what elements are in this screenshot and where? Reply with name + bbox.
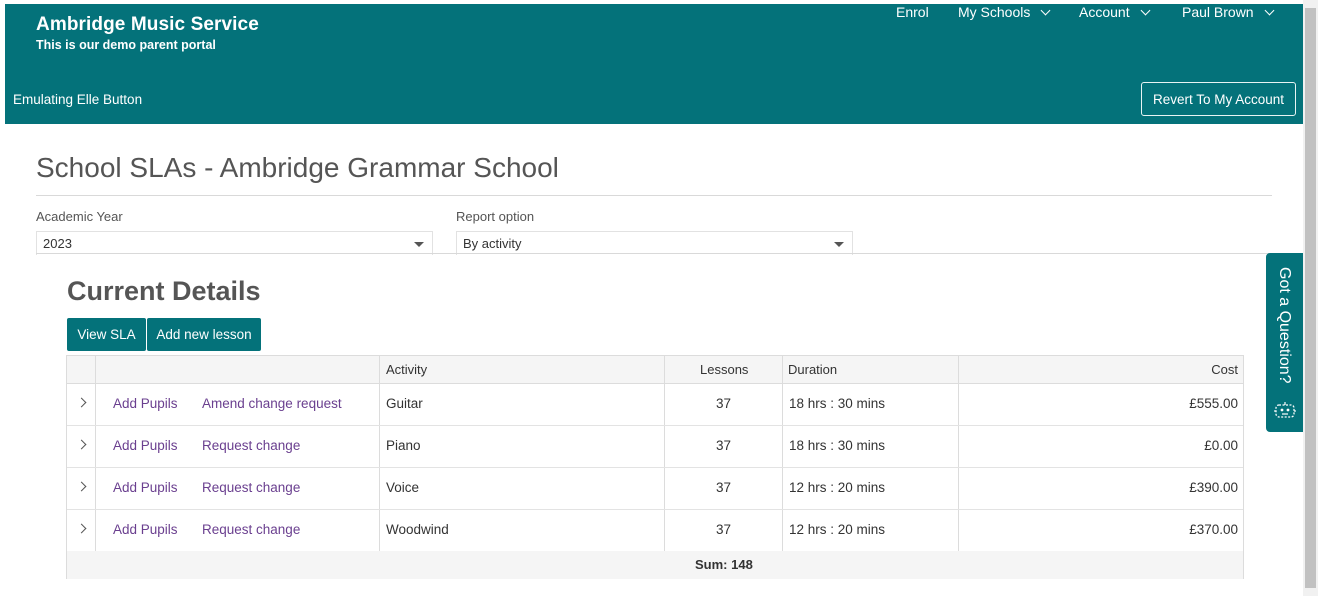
help-tab-label: Got a Question? (1276, 267, 1293, 384)
sla-grid: Activity Lessons Duration Cost Add Pupil… (66, 355, 1244, 579)
brand-title[interactable]: Ambridge Music Service (36, 14, 259, 36)
robot-icon (1274, 402, 1296, 418)
nav-account[interactable]: Account (1079, 4, 1151, 20)
change-request-link[interactable]: Request change (202, 522, 300, 537)
emulating-notice: Emulating Elle Button (13, 92, 143, 107)
cost-cell: £370.00 (1189, 522, 1238, 537)
duration-cell: 18 hrs : 30 mins (789, 396, 886, 411)
add-new-lesson-button[interactable]: Add new lesson (147, 318, 261, 351)
table-row: Add Pupils Request change Woodwind 37 12… (67, 510, 1243, 552)
chevron-right-icon[interactable] (76, 439, 87, 450)
chevron-down-icon (1040, 5, 1051, 15)
view-sla-button[interactable]: View SLA (67, 318, 146, 351)
table-row: Add Pupils Request change Voice 37 12 hr… (67, 468, 1243, 510)
got-a-question-tab[interactable]: Got a Question? (1266, 253, 1304, 432)
duration-cell: 12 hrs : 20 mins (789, 522, 886, 537)
academic-year-select[interactable]: 2023 (36, 231, 433, 255)
add-pupils-link[interactable]: Add Pupils (113, 438, 178, 453)
activity-cell: Piano (386, 438, 421, 453)
nav-enrol[interactable]: Enrol (896, 4, 929, 20)
change-request-link[interactable]: Request change (202, 480, 300, 495)
lessons-cell: 37 (716, 396, 732, 411)
window-edge (1318, 0, 1325, 596)
top-header: Ambridge Music Service This is our demo … (5, 4, 1303, 124)
header-lessons[interactable]: Lessons (700, 362, 748, 377)
nav-my-schools[interactable]: My Schools (958, 4, 1051, 20)
page-title: School SLAs - Ambridge Grammar School (36, 152, 559, 183)
duration-cell: 12 hrs : 20 mins (789, 480, 886, 495)
report-option-select[interactable]: By activity (456, 231, 853, 255)
lessons-cell: 37 (716, 522, 732, 537)
brand-subtitle: This is our demo parent portal (36, 38, 216, 52)
change-request-link[interactable]: Amend change request (202, 396, 342, 411)
cost-cell: £0.00 (1204, 438, 1238, 453)
table-row: Add Pupils Request change Piano 37 18 hr… (67, 426, 1243, 468)
grid-header: Activity Lessons Duration Cost (67, 356, 1243, 384)
table-row: Add Pupils Amend change request Guitar 3… (67, 384, 1243, 426)
nav-account-label: Account (1079, 4, 1130, 20)
nav-enrol-label: Enrol (896, 4, 929, 20)
cost-cell: £390.00 (1189, 480, 1238, 495)
scrollbar-thumb[interactable] (1305, 8, 1316, 588)
nav-user[interactable]: Paul Brown (1182, 4, 1275, 20)
add-pupils-link[interactable]: Add Pupils (113, 396, 178, 411)
section-title: Current Details (67, 276, 261, 306)
add-pupils-link[interactable]: Add Pupils (113, 480, 178, 495)
nav-my-schools-label: My Schools (958, 4, 1031, 20)
nav-user-label: Paul Brown (1182, 4, 1254, 20)
academic-year-value: 2023 (43, 236, 72, 251)
activity-cell: Voice (386, 480, 420, 495)
header-duration[interactable]: Duration (788, 362, 837, 377)
duration-cell: 18 hrs : 30 mins (789, 438, 886, 453)
chevron-down-icon (1264, 5, 1275, 15)
chevron-down-icon (1140, 5, 1151, 15)
divider (36, 195, 1272, 196)
lessons-sum: Sum: 148 (695, 557, 753, 572)
activity-cell: Guitar (386, 396, 423, 411)
header-activity[interactable]: Activity (386, 362, 427, 377)
revert-account-button[interactable]: Revert To My Account (1141, 82, 1296, 116)
change-request-link[interactable]: Request change (202, 438, 300, 453)
caret-down-icon (834, 242, 844, 247)
report-option-value: By activity (463, 236, 522, 251)
grid-footer: Sum: 148 (67, 551, 1243, 579)
report-option-label: Report option (456, 209, 535, 224)
caret-down-icon (414, 242, 424, 247)
lessons-cell: 37 (716, 438, 732, 453)
academic-year-label: Academic Year (36, 209, 123, 224)
add-pupils-link[interactable]: Add Pupils (113, 522, 178, 537)
lessons-cell: 37 (716, 480, 732, 495)
cost-cell: £555.00 (1189, 396, 1238, 411)
header-cost[interactable]: Cost (1211, 362, 1238, 377)
chevron-right-icon[interactable] (76, 397, 87, 408)
chevron-right-icon[interactable] (76, 481, 87, 492)
divider (36, 253, 1272, 254)
chevron-right-icon[interactable] (76, 523, 87, 534)
activity-cell: Woodwind (386, 522, 449, 537)
